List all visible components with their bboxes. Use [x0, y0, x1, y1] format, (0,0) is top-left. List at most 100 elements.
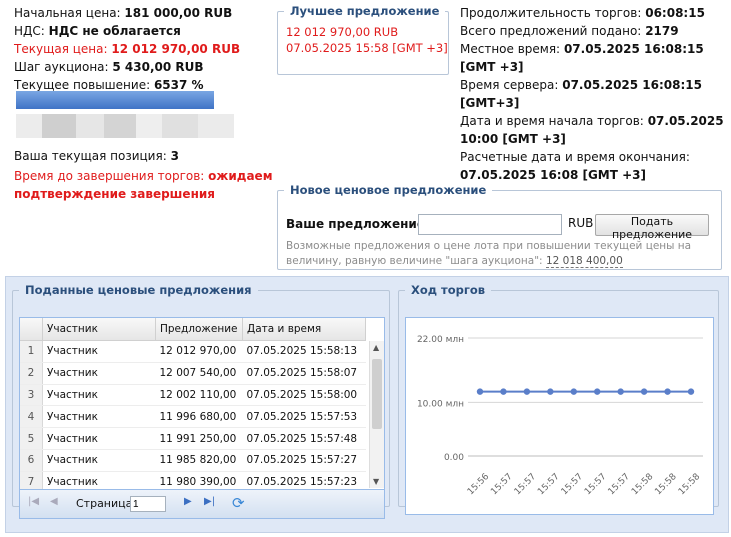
data-point	[687, 388, 695, 395]
data-point	[570, 388, 577, 395]
y-tick-label: 22.00 млн	[417, 335, 464, 345]
bids-pager: |◀ ◀ Страница ▶ ▶| ⟳	[20, 489, 384, 518]
x-tick-label: 15:57	[513, 472, 538, 497]
scroll-thumb[interactable]	[372, 359, 382, 429]
col-header-datetime[interactable]: Дата и время	[242, 318, 366, 341]
x-tick-label: 15:57	[536, 472, 561, 497]
page-input[interactable]	[130, 496, 166, 512]
timing-panel: Продолжительность торгов: 06:08:15 Всего…	[460, 4, 730, 184]
data-point	[476, 388, 484, 395]
offer-cell: 11 996 680,00	[155, 405, 243, 429]
step-label: Шаг аукциона:	[14, 60, 109, 74]
table-row[interactable]: 3 Участник 12 002 110,00 07.05.2025 15:58:0…	[20, 384, 366, 407]
start-price-label: Начальная цена:	[14, 6, 121, 20]
offer-cell: 12 007 540,00	[155, 362, 243, 385]
table-row[interactable]: 6 Участник 11 985 820,00 07.05.2025 15:57:2…	[20, 449, 366, 472]
new-offer-legend: Новое ценовое предложение	[290, 183, 487, 197]
current-price-value: 12 012 970,00 RUB	[111, 42, 241, 56]
data-point	[664, 388, 671, 395]
first-page-icon[interactable]: |◀	[28, 496, 39, 507]
participant-cell: Участник	[42, 405, 156, 429]
progress-box: Ход торгов 0.00 10.00 млн 22.00 млн 15:56 15…	[398, 283, 719, 515]
participant-cell: Участник	[42, 340, 156, 363]
position-label: Ваша текущая позиция:	[14, 149, 167, 163]
datetime-cell: 07.05.2025 15:57:27	[242, 449, 366, 472]
x-tick-label: 15:57	[560, 472, 585, 497]
data-point	[547, 388, 554, 395]
data-point	[523, 388, 531, 395]
vat-value: НДС не облагается	[48, 24, 181, 38]
total-offers-value: 2179	[645, 24, 679, 38]
end-time-value: 07.05.2025 16:08 [GMT +3]	[460, 168, 646, 182]
total-offers-label: Всего предложений подано:	[460, 24, 642, 38]
x-tick-label: 15:57	[583, 472, 608, 497]
server-time-label: Время сервера:	[460, 78, 559, 92]
submit-offer-button[interactable]: Подать предложение	[595, 214, 709, 241]
current-price-label: Текущая цена:	[14, 42, 108, 56]
x-tick-label: 15:58	[630, 472, 656, 498]
row-index: 4	[20, 405, 43, 429]
x-tick-label: 15:57	[607, 472, 632, 497]
datetime-cell: 07.05.2025 15:58:13	[242, 340, 366, 363]
end-time-label: Расчетные дата и время окончания:	[460, 150, 690, 164]
best-offer-legend: Лучшее предложение	[290, 4, 440, 18]
x-tick-label: 15:56	[466, 472, 492, 498]
offer-hint-text: Возможные предложения о цене лота при по…	[286, 240, 692, 267]
col-header-participant[interactable]: Участник	[42, 318, 156, 341]
row-index: 6	[20, 449, 43, 472]
row-index: 1	[20, 340, 43, 363]
col-header-offer[interactable]: Предложение	[155, 318, 243, 341]
offer-cell: 12 002 110,00	[155, 384, 243, 407]
datetime-cell: 07.05.2025 15:58:00	[242, 384, 366, 407]
data-point	[617, 388, 624, 395]
vat-label: НДС:	[14, 24, 45, 38]
page-label: Страница	[76, 497, 133, 510]
position-value: 3	[170, 149, 179, 163]
x-tick-label: 15:58	[677, 472, 703, 498]
datetime-cell: 07.05.2025 15:57:48	[242, 427, 366, 450]
progress-chart: 0.0010.00 млн22.00 млн15:5615:5715:5715:…	[417, 335, 703, 498]
start-price-value: 181 000,00 RUB	[124, 6, 233, 20]
duration-label: Продолжительность торгов:	[460, 6, 642, 20]
progress-legend: Ход торгов	[411, 283, 486, 297]
table-row[interactable]: 4 Участник 11 996 680,00 07.05.2025 15:57:5…	[20, 405, 366, 429]
datetime-cell: 07.05.2025 15:58:07	[242, 362, 366, 385]
duration-value: 06:08:15	[645, 6, 705, 20]
prev-page-icon[interactable]: ◀	[50, 496, 58, 507]
position-line: Ваша текущая позиция: 3	[14, 149, 179, 163]
remaining-time: Время до завершения торгов: ожидаем подт…	[14, 167, 284, 203]
best-offer-amount: 12 012 970,00 RUB	[286, 25, 399, 39]
bids-legend: Поданные ценовые предложения	[25, 283, 252, 297]
step-value: 5 430,00 RUB	[112, 60, 204, 74]
table-row[interactable]: 5 Участник 11 991 250,00 07.05.2025 15:57:4…	[20, 427, 366, 450]
offer-input[interactable]	[418, 214, 562, 235]
datetime-cell: 07.05.2025 15:57:53	[242, 405, 366, 429]
table-row[interactable]: 1 Участник 12 012 970,00 07.05.2025 15:58:1…	[20, 340, 366, 363]
col-header-index	[20, 318, 43, 341]
participant-cell: Участник	[42, 449, 156, 472]
bids-scrollbar[interactable]: ▲ ▼	[369, 341, 384, 488]
participant-cell: Участник	[42, 427, 156, 450]
offer-currency: RUB	[568, 216, 594, 230]
last-page-icon[interactable]: ▶|	[204, 496, 215, 507]
offer-label: Ваше предложение:	[286, 217, 430, 231]
table-row[interactable]: 2 Участник 12 007 540,00 07.05.2025 15:58:0…	[20, 362, 366, 385]
offer-cell: 11 991 250,00	[155, 427, 243, 450]
local-time-label: Местное время:	[460, 42, 561, 56]
scroll-up-icon[interactable]: ▲	[373, 343, 379, 352]
row-index: 3	[20, 384, 43, 407]
best-offer-datetime: 07.05.2025 15:58 [GMT +3]	[286, 41, 448, 55]
next-page-icon[interactable]: ▶	[184, 496, 192, 507]
new-offer-box: Новое ценовое предложение Ваше предложен…	[277, 183, 722, 270]
bids-table: Участник Предложение Дата и время 1 Участ…	[20, 318, 366, 494]
redacted-bar	[16, 91, 214, 109]
bids-grid: Участник Предложение Дата и время 1 Участ…	[19, 317, 385, 519]
row-index: 5	[20, 427, 43, 450]
participant-cell: Участник	[42, 384, 156, 407]
data-point	[640, 388, 648, 395]
refresh-icon[interactable]: ⟳	[232, 494, 245, 512]
offer-hint-amount[interactable]: 12 018 400,00	[545, 255, 623, 268]
scroll-down-icon[interactable]: ▼	[373, 477, 379, 486]
x-tick-label: 15:58	[653, 472, 679, 498]
redacted-blur	[16, 114, 234, 138]
